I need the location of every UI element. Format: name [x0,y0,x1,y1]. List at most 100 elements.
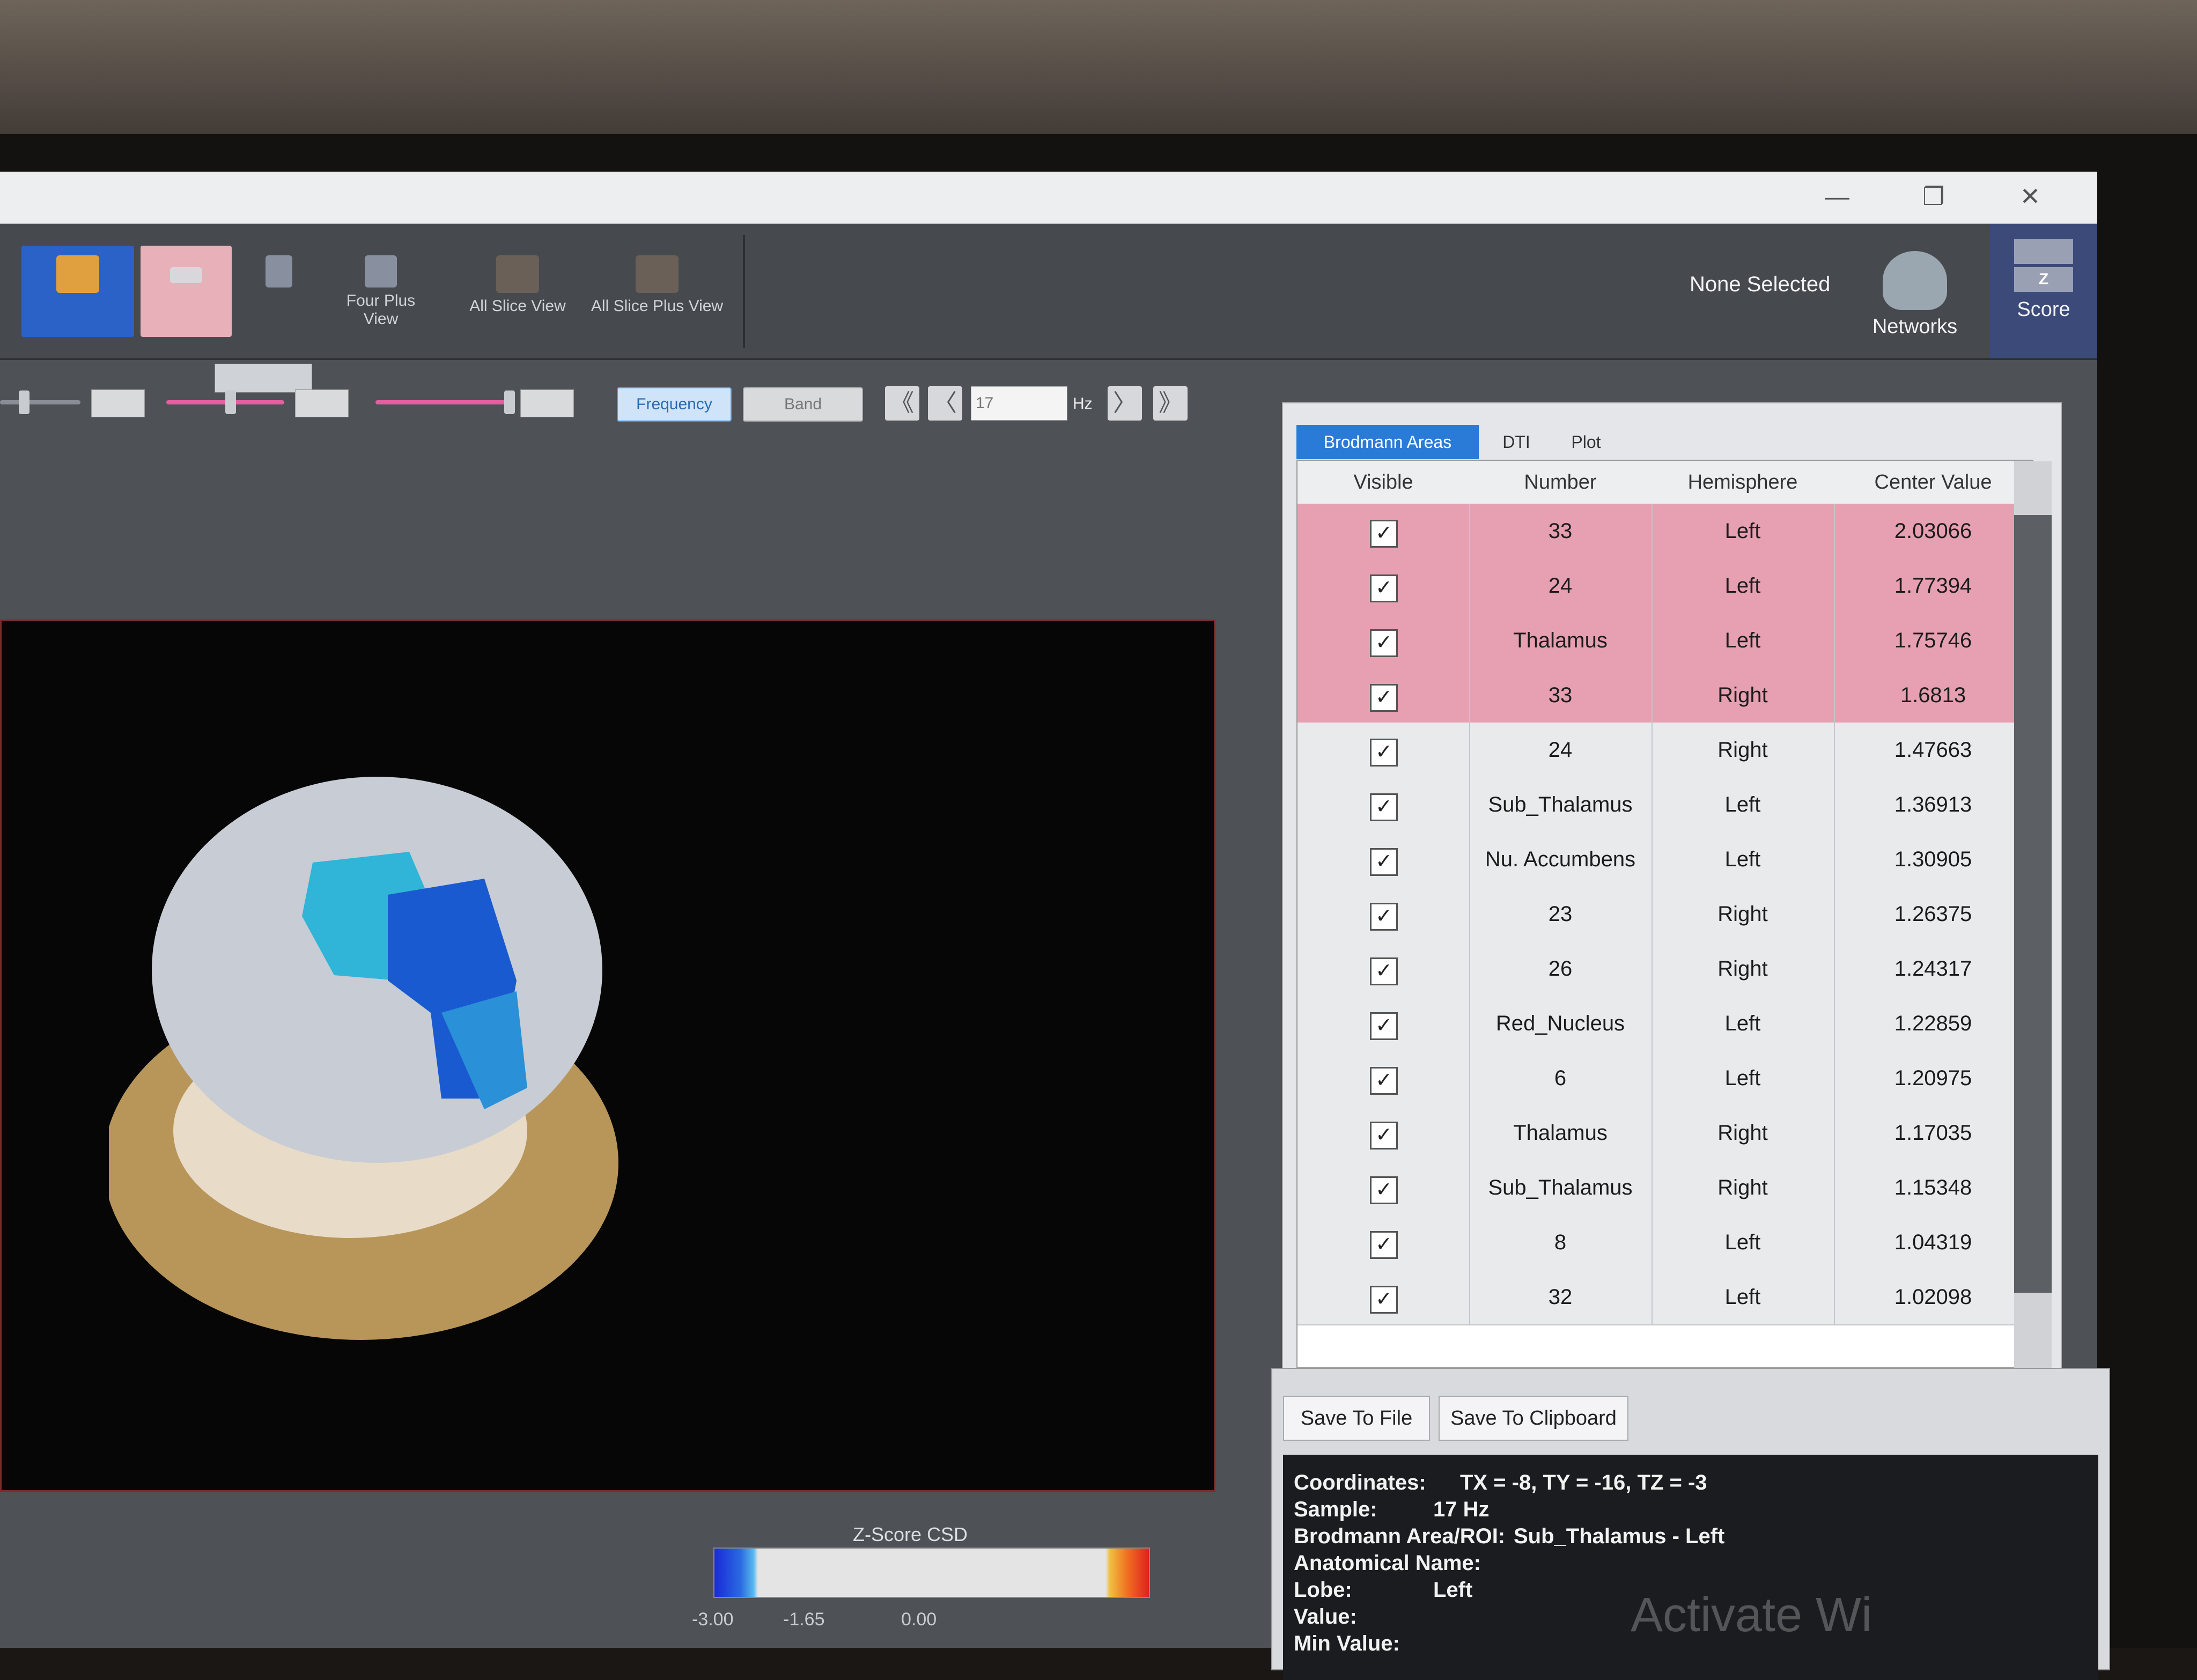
center-value-cell: 1.30905 [1894,848,1972,871]
visible-checkbox[interactable]: ✓ [1370,793,1398,821]
colorbar-title: Z-Score CSD [853,1523,968,1545]
roi-label: Brodmann Area/ROI: [1294,1524,1506,1548]
lobe-label: Lobe: [1294,1578,1352,1602]
first-frequency-button[interactable]: 《 [885,386,919,421]
tab-plot[interactable]: Plot [1554,425,1618,459]
visible-checkbox[interactable]: ✓ [1370,684,1398,712]
visible-checkbox[interactable]: ✓ [1370,1012,1398,1040]
score-raw-option[interactable] [2014,239,2073,264]
table-row[interactable]: ✓ 24 Right 1.47663 [1297,723,2032,778]
visible-checkbox[interactable]: ✓ [1370,629,1398,657]
table-row[interactable]: ✓ 23 Right 1.26375 [1297,887,2032,942]
anatomical-name-label: Anatomical Name: [1294,1551,1481,1575]
column-number[interactable]: Number [1469,461,1652,504]
table-row[interactable]: ✓ 32 Left 1.02098 [1297,1270,2032,1325]
visible-checkbox[interactable]: ✓ [1370,739,1398,767]
networks-button[interactable]: Networks [1845,246,1985,353]
visible-checkbox[interactable]: ✓ [1370,903,1398,931]
app-window: — ❐ ✕ Four Plus View All Slice View All … [0,172,2110,1680]
all-slice-plus-view-button[interactable]: All Slice Plus View [587,246,727,337]
min-value-label: Min Value: [1294,1632,1400,1655]
table-row[interactable]: ✓ Thalamus Left 1.75746 [1297,613,2032,669]
visible-cell: ✓ [1297,558,1470,613]
number-cell: 32 [1469,1270,1653,1324]
number-cell: 23 [1469,887,1653,941]
next-frequency-button[interactable]: 〉 [1108,386,1142,421]
score-z-option[interactable]: Z [2014,267,2073,292]
previous-frequency-button[interactable]: 〈 [928,386,962,421]
visible-checkbox[interactable]: ✓ [1370,1067,1398,1095]
table-header: Visible Number Hemisphere Center Value [1297,461,2032,505]
table-scrollbar[interactable] [2014,461,2052,1373]
four-plus-view-button[interactable]: Four Plus View [327,246,434,337]
visible-checkbox[interactable]: ✓ [1370,574,1398,602]
brodmann-panel: Brodmann Areas DTI Plot Visible Number H… [1282,402,2062,1375]
hemisphere-cell: Left [1652,1270,1835,1324]
hemisphere-cell: Left [1652,1215,1835,1270]
frequency-button[interactable]: Frequency [617,387,732,422]
number-cell: Thalamus [1469,1106,1653,1160]
selection-status: None Selected [1690,272,1831,296]
roi-value: Sub_Thalamus - Left [1514,1524,1725,1548]
table-row[interactable]: ✓ Sub_Thalamus Left 1.36913 [1297,777,2032,833]
table-scrollbar-thumb[interactable] [2014,515,2052,1293]
visible-checkbox[interactable]: ✓ [1370,1176,1398,1204]
column-center-value[interactable]: Center Value [1834,461,2032,504]
visible-checkbox[interactable]: ✓ [1370,848,1398,876]
visible-cell: ✓ [1297,777,1470,832]
maximize-button[interactable]: ❐ [1910,179,1958,213]
table-row[interactable]: ✓ Sub_Thalamus Right 1.15348 [1297,1160,2032,1216]
visible-checkbox[interactable]: ✓ [1370,1286,1398,1314]
table-row[interactable]: ✓ Nu. Accumbens Left 1.30905 [1297,832,2032,888]
lobe-value: Left [1433,1578,1473,1602]
save-to-file-button[interactable]: Save To File [1283,1396,1430,1441]
all-slice-plus-view-icon [636,255,679,293]
table-row[interactable]: ✓ 33 Right 1.6813 [1297,668,2032,724]
threshold-slider-1-thumb[interactable] [19,390,30,414]
threshold-slider-3[interactable] [375,400,510,404]
band-button[interactable]: Band [743,387,863,422]
column-visible[interactable]: Visible [1297,461,1469,504]
threshold-slider-3-thumb[interactable] [504,390,515,414]
center-value-cell: 2.03066 [1894,519,1972,543]
table-row[interactable]: ✓ 26 Right 1.24317 [1297,941,2032,997]
visible-checkbox[interactable]: ✓ [1370,1122,1398,1150]
all-slice-view-button[interactable]: All Slice View [461,246,574,337]
colorbar-tick-zero: 0.00 [901,1609,937,1630]
colorbar-tick-min: -3.00 [692,1609,734,1630]
tab-brodmann-areas[interactable]: Brodmann Areas [1296,425,1479,459]
visible-checkbox[interactable]: ✓ [1370,1231,1398,1259]
table-row[interactable]: ✓ Red_Nucleus Left 1.22859 [1297,996,2032,1052]
center-value-cell: 1.15348 [1894,1176,1972,1199]
table-row[interactable]: ✓ 8 Left 1.04319 [1297,1215,2032,1271]
visible-checkbox[interactable]: ✓ [1370,520,1398,548]
table-row[interactable]: ✓ Thalamus Right 1.17035 [1297,1106,2032,1161]
minimize-button[interactable]: — [1813,179,1861,213]
last-frequency-button[interactable]: 》 [1153,386,1188,421]
score-toggle[interactable]: Z Score [1990,224,2097,358]
threshold-spinner-1[interactable] [91,389,145,417]
column-hemisphere[interactable]: Hemisphere [1652,461,1834,504]
volume-view-button[interactable] [21,246,134,337]
tab-dti[interactable]: DTI [1484,425,1549,459]
threshold-slider-1[interactable] [0,400,80,404]
four-view-button[interactable] [239,246,319,337]
table-row[interactable]: ✓ 6 Left 1.20975 [1297,1051,2032,1107]
threshold-spinner-2[interactable] [295,389,349,417]
frequency-input[interactable]: 17 [971,386,1067,421]
three-view-button[interactable] [141,246,232,337]
visible-checkbox[interactable]: ✓ [1370,957,1398,985]
center-value-cell: 1.6813 [1900,683,1966,707]
save-to-clipboard-button[interactable]: Save To Clipboard [1439,1396,1628,1441]
visible-cell: ✓ [1297,887,1470,941]
close-button[interactable]: ✕ [2006,179,2054,213]
visible-cell: ✓ [1297,504,1470,558]
threshold-slider-2-thumb[interactable] [225,390,236,414]
threshold-spinner-3[interactable] [520,389,574,417]
score-label: Score [2017,298,2070,321]
3d-brain-viewport[interactable] [0,620,1215,1492]
hemisphere-cell: Right [1652,941,1835,996]
table-row[interactable]: ✓ 33 Left 2.03066 [1297,504,2032,559]
coordinates-value: TX = -8, TY = -16, TZ = -3 [1460,1471,1707,1494]
table-row[interactable]: ✓ 24 Left 1.77394 [1297,558,2032,614]
